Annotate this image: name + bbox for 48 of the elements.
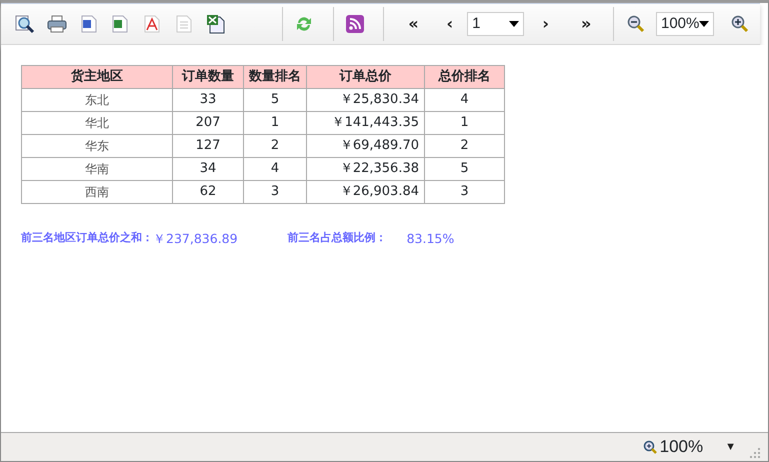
caret-icon — [699, 21, 710, 27]
table-cell: 3 — [424, 180, 504, 204]
table-cell: 华南 — [22, 158, 172, 180]
table-cell: 33 — [172, 88, 244, 112]
table-cell: ￥26,903.84 — [306, 180, 424, 204]
summary-label: 前三名占总额比例： — [288, 230, 387, 246]
column-header: 订单总价 — [306, 66, 424, 88]
zoom-icon — [642, 440, 657, 454]
zoom-dropdown-button[interactable]: ▼ — [711, 442, 750, 452]
table-cell: 华东 — [22, 134, 172, 158]
table-cell: 2 — [244, 134, 306, 158]
table-cell: 5 — [424, 158, 504, 180]
table-cell: 2 — [424, 134, 504, 158]
table-cell: 华北 — [22, 112, 172, 134]
zoom-level: 100% — [660, 436, 704, 458]
table-cell: ￥141,443.35 — [306, 112, 424, 134]
table-cell: ￥25,830.34 — [306, 88, 424, 112]
page-select[interactable]: 1 — [467, 12, 524, 36]
table-cell: 34 — [172, 158, 244, 180]
column-header: 订单数量 — [172, 66, 244, 88]
table-cell: 1 — [244, 112, 306, 134]
table-cell: ￥22,356.38 — [306, 158, 424, 180]
last-page-button[interactable]: » — [567, 16, 606, 32]
rss-icon[interactable] — [344, 12, 366, 36]
column-header: 总价排名 — [424, 66, 504, 88]
summary-value: ￥237,836.89 — [153, 230, 238, 248]
table-cell: 3 — [244, 180, 306, 204]
column-header: 数量排名 — [244, 66, 306, 88]
previous-page-button[interactable]: ‹ — [432, 16, 468, 32]
table-cell: 62 — [172, 180, 244, 204]
table-cell: 207 — [172, 112, 244, 134]
resize-grip-icon[interactable] — [750, 448, 760, 458]
table-cell: ￥69,489.70 — [306, 134, 424, 158]
caret-icon — [509, 21, 520, 27]
column-header: 货主地区 — [22, 66, 172, 88]
table-cell: 4 — [244, 158, 306, 180]
first-page-button[interactable]: « — [394, 16, 433, 32]
summary-label: 前三名地区订单总价之和： — [21, 230, 153, 246]
table-cell: 1 — [424, 112, 504, 134]
next-page-button[interactable]: › — [524, 16, 567, 32]
table-cell: 4 — [424, 88, 504, 112]
summary-value: 83.15% — [406, 230, 454, 248]
table-cell: 西南 — [22, 180, 172, 204]
table-cell: 5 — [244, 88, 306, 112]
table-cell: 东北 — [22, 88, 172, 112]
spreadsheet-export-icon[interactable] — [204, 12, 227, 36]
zoom-select[interactable]: 100% — [656, 12, 714, 36]
table-cell: 127 — [172, 134, 244, 158]
